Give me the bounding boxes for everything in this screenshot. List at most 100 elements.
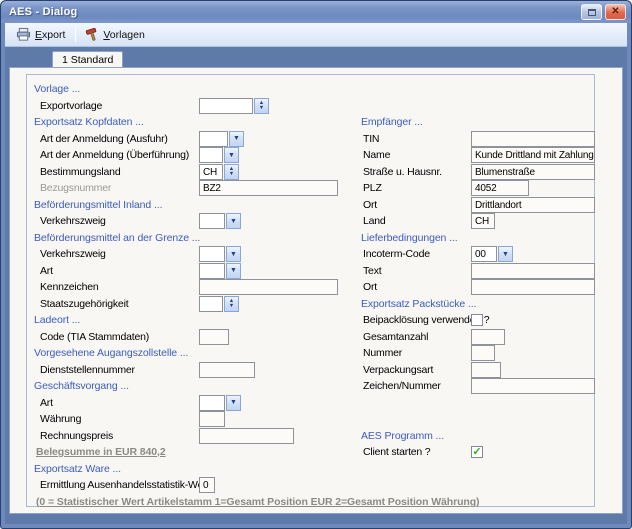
verpackungsart-input[interactable] <box>471 362 501 378</box>
form-cell: Exportsatz Ware ... <box>27 461 360 478</box>
exportvorlage-spin-value[interactable] <box>199 98 253 114</box>
ermittlung-ausenhandelsstatistik-wert-input[interactable]: 0 <box>199 477 215 493</box>
toolbar: Export Vorlagen <box>5 23 627 47</box>
form-cell: TIN <box>361 131 595 148</box>
ladeort-section-header: Ladeort ... <box>34 314 80 326</box>
aes-dialog-window: AES - Dialog ✕ Export <box>0 0 632 529</box>
verkehrszweig-combo-value[interactable] <box>199 246 225 262</box>
geschäftsvorgang-section-header: Geschäftsvorgang ... <box>34 380 129 392</box>
ort-input[interactable] <box>471 279 595 295</box>
ermittlung-ausenhandelsstatistik-wert-label: Ermittlung Ausenhandelsstatistik-Wert <box>40 479 209 491</box>
art-der-anmeldung-überführung-dropdown-button[interactable]: ▼ <box>224 147 239 163</box>
form-cell: Beförderungsmittel Inland ... <box>27 197 360 214</box>
land-input[interactable]: CH <box>471 213 495 229</box>
art-der-anmeldung-ausfuhr-label: Art der Anmeldung (Ausfuhr) <box>40 133 168 145</box>
währung-label: Währung <box>40 413 81 425</box>
form-rows: Vorlage ...Exportvorlage▲▼Exportsatz Kop… <box>27 75 594 506</box>
form-row: Beförderungsmittel an der Grenze ...Lief… <box>27 230 594 247</box>
bestimmungsland-spin-value[interactable]: CH <box>199 164 223 180</box>
maximize-button[interactable] <box>581 4 602 20</box>
art-dropdown-button[interactable]: ▼ <box>226 395 241 411</box>
name-input[interactable]: Kunde Drittland mit Zahlungskon <box>471 147 595 163</box>
gesamtanzahl-input[interactable] <box>471 329 505 345</box>
exportsatz-ware-section-header: Exportsatz Ware ... <box>34 463 121 475</box>
dienststellennummer-label: Dienststellennummer <box>40 364 135 376</box>
staatszugehörigkeit-label: Staatszugehörigkeit <box>40 298 128 310</box>
staatszugehörigkeit-spinner[interactable]: ▲▼ <box>224 296 239 312</box>
form-groupbox: Vorlage ...Exportvorlage▲▼Exportsatz Kop… <box>26 74 595 507</box>
bestimmungsland-spinner[interactable]: ▲▼ <box>224 164 239 180</box>
vorlagen-button[interactable]: Vorlagen <box>79 25 151 44</box>
zeichen-nummer-input[interactable] <box>471 378 595 394</box>
form-cell: Text <box>361 263 595 280</box>
spin-down-icon: ▼ <box>229 172 234 176</box>
bezugsnummer-label: Bezugsnummer <box>40 182 111 194</box>
form-row: Beförderungsmittel Inland ...OrtDrittlan… <box>27 197 594 214</box>
empfänger-section-header: Empfänger ... <box>361 116 423 128</box>
form-cell: Vorlage ... <box>27 81 360 98</box>
vorlagen-button-label: Vorlagen <box>103 29 144 41</box>
form-cell: Lieferbedingungen ... <box>361 230 595 247</box>
form-cell: Client starten ?✓ <box>361 444 595 461</box>
verkehrszweig-dropdown-button[interactable]: ▼ <box>226 213 241 229</box>
client-starten-checkbox[interactable]: ✓ <box>471 446 483 458</box>
form-cell: Name Kunde Drittland mit Zahlungskon <box>361 147 595 164</box>
form-row: Exportsatz Ware ... <box>27 461 594 478</box>
tin-input[interactable] <box>471 131 595 147</box>
verpackungsart-label: Verpackungsart <box>363 364 433 376</box>
verkehrszweig-combo-value[interactable] <box>199 213 225 229</box>
form-cell: PLZ4052 <box>361 180 595 197</box>
beipacklösung-verwenden-checkbox[interactable] <box>471 314 483 326</box>
verkehrszweig-control: ▼ <box>199 246 241 262</box>
close-button[interactable]: ✕ <box>605 4 626 20</box>
bezugsnummer-input[interactable]: BZ2 <box>199 180 338 196</box>
ort-input[interactable]: Drittlandort <box>471 197 595 213</box>
form-row: Code (TIA Stammdaten)Gesamtanzahl <box>27 329 594 346</box>
form-cell: Rechnungspreis <box>27 428 360 445</box>
straße-u-hausnr-input[interactable]: Blumenstraße <box>471 164 595 180</box>
staatszugehörigkeit-spin-value[interactable] <box>199 296 223 312</box>
form-row: Art▼ <box>27 395 594 412</box>
art-combo-value[interactable] <box>199 395 225 411</box>
plz-input[interactable]: 4052 <box>471 180 529 196</box>
form-row: (0 = Statistischer Wert Artikelstamm 1=G… <box>27 494 594 511</box>
verkehrszweig-label: Verkehrszweig <box>40 248 106 260</box>
incoterm-code-combo-value[interactable]: 00 <box>471 246 497 262</box>
incoterm-code-dropdown-button[interactable]: ▼ <box>498 246 513 262</box>
export-button-label: Export <box>35 29 65 41</box>
code-tia-stammdaten-input[interactable] <box>199 329 229 345</box>
export-button[interactable]: Export <box>11 25 72 44</box>
form-cell: Gesamtanzahl <box>361 329 595 346</box>
staatszugehörigkeit-control: ▲▼ <box>199 296 239 312</box>
art-der-anmeldung-ausfuhr-combo-value[interactable] <box>199 131 228 147</box>
art-combo-value[interactable] <box>199 263 225 279</box>
name-label: Name <box>363 149 390 161</box>
text-input[interactable] <box>471 263 595 279</box>
form-row: Währung <box>27 411 594 428</box>
verkehrszweig-dropdown-button[interactable]: ▼ <box>226 246 241 262</box>
client-starten-control: ✓ <box>471 444 483 458</box>
form-cell: Beipacklösung verwenden ? <box>361 312 595 329</box>
form-cell: Ladeort ... <box>27 312 360 329</box>
nummer-input[interactable] <box>471 345 495 361</box>
art-der-anmeldung-ausfuhr-dropdown-button[interactable]: ▼ <box>229 131 244 147</box>
exportvorlage-control: ▲▼ <box>199 98 269 114</box>
beförderungsmittel-inland-section-header: Beförderungsmittel Inland ... <box>34 199 162 211</box>
tab-standard[interactable]: 1 Standard <box>52 51 123 68</box>
window-title: AES - Dialog <box>9 6 578 18</box>
art-control: ▼ <box>199 395 241 411</box>
form-row: RechnungspreisAES Programm ... <box>27 428 594 445</box>
währung-control <box>199 411 225 427</box>
währung-input[interactable] <box>199 411 225 427</box>
spin-down-icon: ▼ <box>229 304 234 308</box>
rechnungspreis-input[interactable] <box>199 428 294 444</box>
art-dropdown-button[interactable]: ▼ <box>226 263 241 279</box>
art-der-anmeldung-überführung-combo-value[interactable] <box>199 147 223 163</box>
form-cell: Art der Anmeldung (Ausfuhr) ▼ <box>27 131 360 148</box>
bestimmungsland-control: CH▲▼ <box>199 164 239 180</box>
exportvorlage-spinner[interactable]: ▲▼ <box>254 98 269 114</box>
kennzeichen-input[interactable] <box>199 279 338 295</box>
titlebar[interactable]: AES - Dialog ✕ <box>1 1 631 23</box>
form-row: Ermittlung Ausenhandelsstatistik-Wert0 <box>27 477 594 494</box>
dienststellennummer-input[interactable] <box>199 362 255 378</box>
